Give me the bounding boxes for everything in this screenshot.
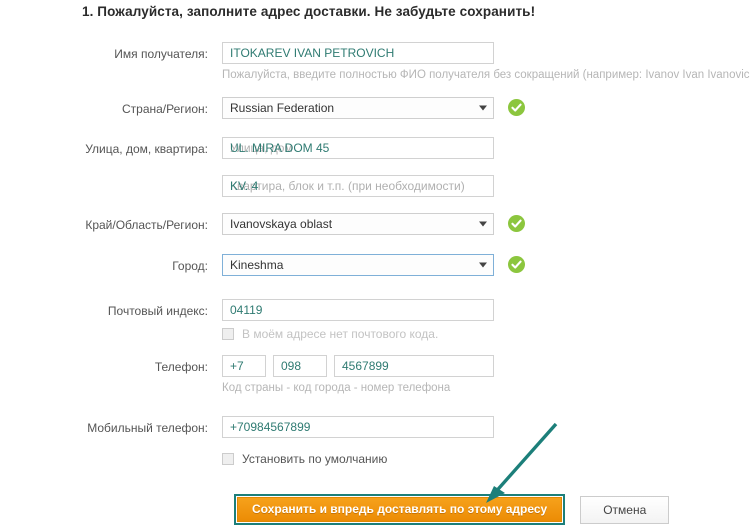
country-valid-icon bbox=[508, 99, 525, 116]
city-label: Город: bbox=[172, 259, 208, 273]
phone-label: Телефон: bbox=[154, 360, 208, 374]
city-select[interactable]: Kineshma bbox=[222, 254, 494, 276]
form-row-country: Страна/Регион: Russian Federation bbox=[0, 97, 750, 121]
form-actions: Сохранить и впредь доставлять по этому а… bbox=[234, 494, 670, 525]
street-value: UL. MIRA DOM 45 bbox=[230, 141, 330, 155]
region-select-value: Ivanovskaya oblast bbox=[230, 217, 333, 231]
postcode-field-wrap: 04119 В моём адресе нет почтового кода. bbox=[222, 299, 742, 341]
cancel-button[interactable]: Отмена bbox=[580, 496, 670, 524]
no-postcode-row[interactable]: В моём адресе нет почтового кода. bbox=[222, 321, 742, 341]
phone-area-code-input[interactable]: 098 bbox=[273, 355, 327, 377]
phone-hint: Код страны - код города - номер телефона bbox=[222, 382, 451, 394]
recipient-name-input[interactable]: ITOKAREV IVAN PETROVICH bbox=[222, 42, 494, 64]
no-postcode-checkbox[interactable] bbox=[222, 328, 234, 340]
chevron-down-icon bbox=[479, 262, 487, 268]
apartment-placeholder: Квартира, блок и т.п. (при необходимости… bbox=[230, 179, 465, 193]
country-field-wrap: Russian Federation bbox=[222, 97, 742, 119]
address-form-page: 1. Пожалуйста, заполните адрес доставки.… bbox=[0, 0, 750, 525]
recipient-label: Имя получателя: bbox=[114, 47, 208, 61]
street-label: Улица, дом, квартира: bbox=[85, 142, 208, 156]
form-row-mobile: Мобильный телефон: +70984567899 Установи… bbox=[0, 416, 750, 466]
set-default-checkbox[interactable] bbox=[222, 453, 234, 465]
mobile-phone-input[interactable]: +70984567899 bbox=[222, 416, 494, 438]
recipient-field-wrap: ITOKAREV IVAN PETROVICH Пожалуйста, введ… bbox=[222, 42, 750, 83]
shipping-address-form: Имя получателя: ITOKAREV IVAN PETROVICH … bbox=[0, 42, 750, 466]
country-select-value: Russian Federation bbox=[230, 101, 335, 115]
region-valid-icon bbox=[508, 215, 525, 232]
apartment-input[interactable]: Квартира, блок и т.п. (при необходимости… bbox=[222, 175, 494, 197]
mobile-field-wrap: +70984567899 Установить по умолчанию bbox=[222, 416, 742, 466]
phone-number-input[interactable]: 4567899 bbox=[334, 355, 494, 377]
region-label: Край/Область/Регион: bbox=[85, 218, 208, 232]
phone-country-code-input[interactable]: +7 bbox=[222, 355, 266, 377]
form-row-phone: Телефон: +7 098 4567899 Код страны - код… bbox=[0, 355, 750, 396]
phone-field-wrap: +7 098 4567899 Код страны - код города -… bbox=[222, 355, 742, 396]
chevron-down-icon bbox=[479, 221, 487, 227]
mobile-label: Мобильный телефон: bbox=[87, 421, 208, 435]
form-row-recipient: Имя получателя: ITOKAREV IVAN PETROVICH … bbox=[0, 42, 750, 83]
region-select[interactable]: Ivanovskaya oblast bbox=[222, 213, 494, 235]
city-valid-icon bbox=[508, 256, 525, 273]
region-field-wrap: Ivanovskaya oblast bbox=[222, 213, 742, 235]
save-button[interactable]: Сохранить и впредь доставлять по этому а… bbox=[237, 497, 563, 522]
postcode-label: Почтовый индекс: bbox=[107, 304, 208, 318]
apartment-value: KV. 4 bbox=[230, 179, 259, 193]
form-row-city: Город: Kineshma bbox=[0, 254, 750, 278]
form-row-street: Улица, дом, квартира: Улица, дом UL. MIR… bbox=[0, 137, 750, 197]
form-row-region: Край/Область/Регион: Ivanovskaya oblast bbox=[0, 213, 750, 237]
set-default-row[interactable]: Установить по умолчанию bbox=[222, 438, 742, 466]
save-button-highlight: Сохранить и впредь доставлять по этому а… bbox=[234, 494, 566, 525]
street-address-input[interactable]: Улица, дом UL. MIRA DOM 45 bbox=[222, 137, 494, 159]
postcode-input[interactable]: 04119 bbox=[222, 299, 494, 321]
country-select[interactable]: Russian Federation bbox=[222, 97, 494, 119]
form-row-postcode: Почтовый индекс: 04119 В моём адресе нет… bbox=[0, 299, 750, 341]
chevron-down-icon bbox=[479, 105, 487, 111]
city-field-wrap: Kineshma bbox=[222, 254, 742, 276]
street-field-wrap: Улица, дом UL. MIRA DOM 45 Квартира, бло… bbox=[222, 137, 742, 197]
set-default-label: Установить по умолчанию bbox=[242, 452, 388, 466]
page-title: 1. Пожалуйста, заполните адрес доставки.… bbox=[82, 4, 536, 19]
city-select-value: Kineshma bbox=[230, 258, 284, 272]
country-label: Страна/Регион: bbox=[121, 102, 208, 116]
recipient-hint: Пожалуйста, введите полностью ФИО получа… bbox=[222, 69, 750, 81]
no-postcode-label: В моём адресе нет почтового кода. bbox=[242, 327, 439, 341]
phone-input-group: +7 098 4567899 bbox=[222, 355, 742, 377]
